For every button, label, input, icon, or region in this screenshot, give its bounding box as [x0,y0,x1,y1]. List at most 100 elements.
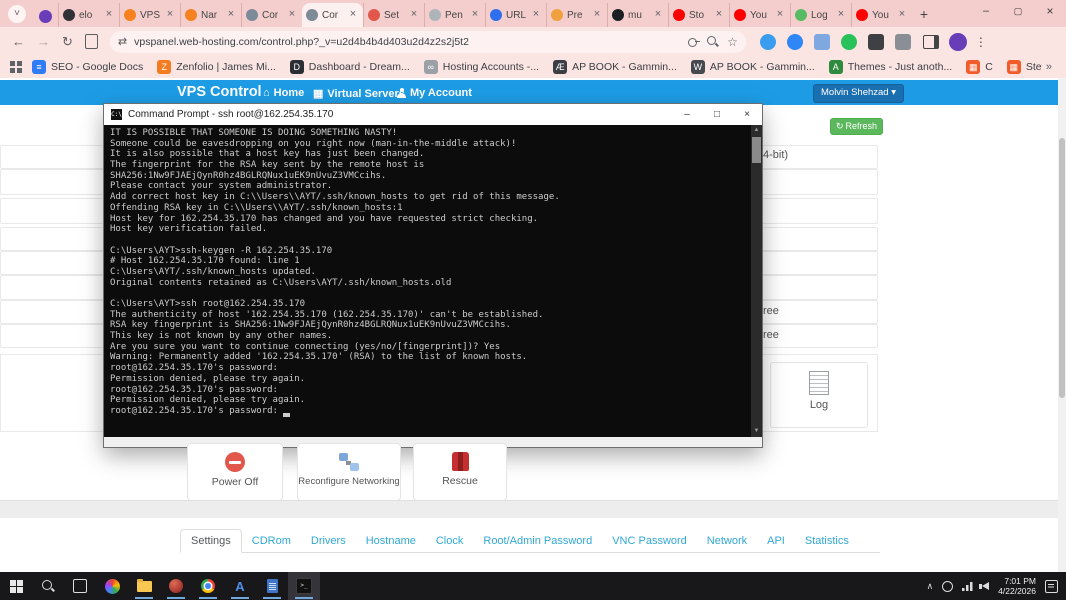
command-prompt-button[interactable]: >_ [288,572,320,600]
start-button[interactable] [0,572,32,600]
panel-tab[interactable]: Settings [180,529,242,553]
browser-app-button[interactable] [160,572,192,600]
action-center-icon[interactable] [1045,580,1058,593]
browser-tab[interactable]: You [729,3,790,27]
panel-tab[interactable]: VNC Password [602,530,697,552]
forward-icon[interactable]: → [37,34,50,49]
window-close-button[interactable] [1034,0,1066,24]
tab-close-icon[interactable] [408,9,420,21]
bookmark-item[interactable]: ▦ Steve Mark Photogr... [1007,60,1042,74]
bookmark-item[interactable]: ∞ Hosting Accounts -... [424,60,539,74]
tab-close-icon[interactable] [286,9,298,21]
browser-menu-icon[interactable]: ⋮ [975,35,987,49]
browser-tab[interactable]: Nar [180,3,241,27]
log-card[interactable]: Log [770,362,868,428]
task-view-button[interactable] [64,572,96,600]
address-bar[interactable]: ⇄ vpspanel.web-hosting.com/control.php?_… [110,31,746,53]
bookmark-item[interactable]: A Themes - Just anoth... [829,60,952,74]
window-minimize-button[interactable] [970,0,1002,24]
tab-close-icon[interactable] [347,9,359,21]
panel-tab[interactable]: Root/Admin Password [473,530,602,552]
bookmark-item[interactable]: ▦ C [966,60,993,74]
command-prompt-window[interactable]: C:\ Command Prompt - ssh root@162.254.35… [104,104,762,447]
scroll-up-icon[interactable]: ▲ [751,125,762,136]
browser-tab[interactable]: Cor [302,3,363,27]
scroll-down-icon[interactable]: ▼ [751,426,762,437]
tab-close-icon[interactable] [225,9,237,21]
profile-avatar[interactable] [949,33,967,51]
bookmarks-overflow-icon[interactable]: » [1046,61,1052,73]
terminal-scrollbar[interactable]: ▲ ▼ [751,125,762,437]
chat-extension-icon[interactable] [841,34,857,50]
password-manager-icon[interactable] [688,36,700,48]
tab-close-icon[interactable] [713,9,725,21]
file-explorer-button[interactable] [128,572,160,600]
power-off-card[interactable]: Power Off [187,443,283,501]
side-panel-icon[interactable] [923,35,939,49]
browser-tab[interactable]: URL [485,3,546,27]
scrollbar-thumb[interactable] [752,137,761,163]
panel-tab[interactable]: Drivers [301,530,356,552]
a-app-button[interactable]: A [224,572,256,600]
terminal-title-bar[interactable]: C:\ Command Prompt - ssh root@162.254.35… [104,104,762,125]
panel-tab[interactable]: Statistics [795,530,859,552]
bookmark-item[interactable]: Æ AP BOOK - Gammin... [553,60,677,74]
terminal-body[interactable]: IT IS POSSIBLE THAT SOMEONE IS DOING SOM… [104,125,762,437]
pinned-tab[interactable] [32,5,58,27]
new-tab-button[interactable] [912,3,936,27]
browser-tab[interactable]: mu [607,3,668,27]
nav-virtual-servers[interactable]: ▦Virtual Servers [313,87,405,100]
tab-close-icon[interactable] [774,9,786,21]
bookmark-star-icon[interactable]: ☆ [727,35,738,49]
tray-misc-icon[interactable] [942,581,953,592]
taskbar-clock[interactable]: 7:01 PM 4/22/2026 [998,576,1036,596]
terminal-minimize-button[interactable]: – [672,109,702,120]
page-scrollbar-thumb[interactable] [1059,138,1065,398]
browser-tab[interactable]: You [851,3,912,27]
window-maximize-button[interactable] [1002,0,1034,24]
tab-close-icon[interactable] [164,9,176,21]
browser-tab[interactable]: Set [363,3,424,27]
taskbar-search-button[interactable] [32,572,64,600]
site-info-icon[interactable]: ⇄ [118,35,127,48]
kite-extension-icon[interactable] [787,34,803,50]
audio-extension-icon[interactable] [760,34,776,50]
tab-search-button[interactable]: ˅ [8,5,26,23]
browser-tab[interactable]: Pen [424,3,485,27]
back-icon[interactable]: ← [12,34,25,49]
panel-tab[interactable]: Network [697,530,757,552]
page-scrollbar[interactable] [1058,78,1066,572]
browser-tab[interactable]: Cor [241,3,302,27]
bookmark-item[interactable]: W AP BOOK - Gammin... [691,60,815,74]
tray-expand-icon[interactable]: ∧ [927,581,934,592]
rescue-card[interactable]: Rescue [413,443,507,501]
browser-tab[interactable]: Sto [668,3,729,27]
reconfigure-networking-card[interactable]: Reconfigure Networking [297,443,401,501]
tab-close-icon[interactable] [591,9,603,21]
user-menu-button[interactable]: Molvin Shehzad ▾ [813,84,904,103]
chrome-app-button[interactable] [192,572,224,600]
reading-list-icon[interactable] [85,34,98,49]
url-text[interactable]: vpspanel.web-hosting.com/control.php?_v=… [134,36,681,48]
tab-close-icon[interactable] [835,9,847,21]
terminal-close-button[interactable]: × [732,109,762,120]
bookmark-item[interactable]: D Dashboard - Dream... [290,60,410,74]
tab-close-icon[interactable] [530,9,542,21]
browser-tab[interactable]: Pre [546,3,607,27]
network-icon[interactable] [962,582,973,591]
word-app-button[interactable] [256,572,288,600]
browser-tab[interactable]: VPS [119,3,180,27]
tab-close-icon[interactable] [469,9,481,21]
tab-close-icon[interactable] [103,9,115,21]
tab-close-icon[interactable] [896,9,908,21]
zoom-page-icon[interactable] [707,36,719,48]
panel-tab[interactable]: CDRom [242,530,301,552]
terminal-maximize-button[interactable]: □ [702,109,732,120]
volume-icon[interactable] [982,582,989,590]
nav-home[interactable]: ⌂Home [263,87,304,99]
notes-extension-icon[interactable] [814,34,830,50]
panel-tab[interactable]: Clock [426,530,474,552]
bookmark-item[interactable]: Z Zenfolio | James Mi... [157,60,276,74]
extensions-puzzle-icon[interactable] [895,34,911,50]
browser-tab[interactable]: elo [58,3,119,27]
